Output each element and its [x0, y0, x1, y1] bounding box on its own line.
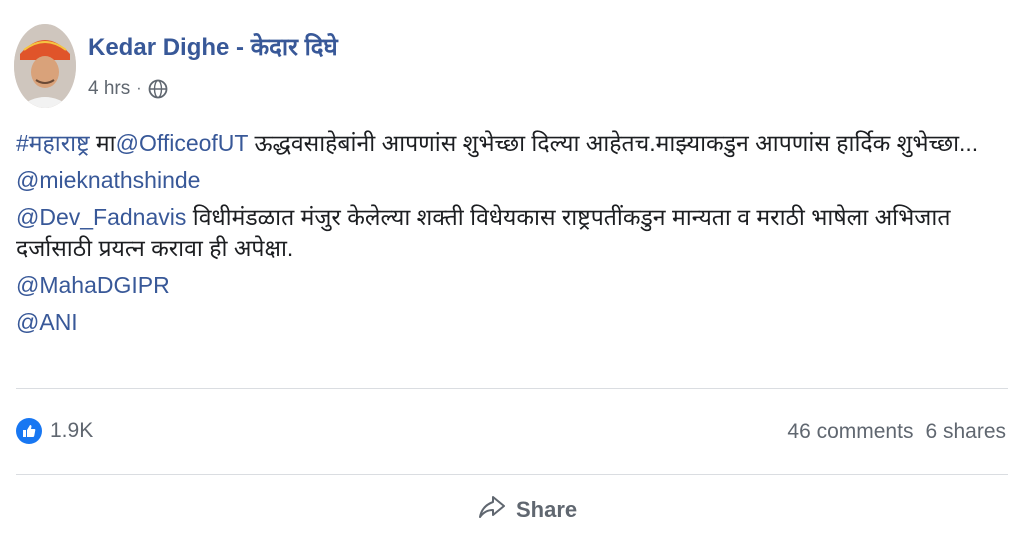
shares-count[interactable]: 6 shares	[925, 420, 1006, 444]
post-meta: 4 hrs ·	[88, 78, 168, 100]
meta-separator: ·	[136, 80, 142, 97]
divider	[16, 388, 1008, 389]
mention-link[interactable]: @MahaDGIPR	[16, 272, 170, 298]
author-name[interactable]: Kedar Dighe - केदार दिघे	[88, 30, 338, 63]
author-avatar[interactable]	[14, 24, 76, 108]
engagement-counts: 46 comments 6 shares	[787, 420, 1006, 444]
post-card: Kedar Dighe - केदार दिघे 4 hrs · #महाराष…	[0, 0, 1024, 555]
post-line: @ANI	[16, 307, 1006, 338]
reactions-summary[interactable]: 1.9K	[16, 418, 93, 444]
post-line: @MahaDGIPR	[16, 270, 1006, 301]
mention-link[interactable]: @Dev_Fadnavis	[16, 204, 186, 230]
post-line: @Dev_Fadnavis विधीमंडळात मंजुर केलेल्या …	[16, 202, 1006, 264]
post-text: ऊद्धवसाहेबांनी आपणांस शुभेच्छा दिल्या आह…	[248, 130, 979, 156]
share-icon	[478, 494, 506, 526]
divider	[16, 474, 1008, 475]
post-line: @mieknathshinde	[16, 165, 1006, 196]
mention-link[interactable]: @OfficeofUT	[116, 130, 248, 156]
avatar-image	[14, 24, 76, 108]
comments-count[interactable]: 46 comments	[787, 420, 913, 444]
globe-icon[interactable]	[148, 79, 168, 99]
post-body: #महाराष्ट्र मा@OfficeofUT ऊद्धवसाहेबांनी…	[16, 128, 1006, 344]
post-text: मा	[89, 130, 116, 156]
post-timestamp[interactable]: 4 hrs	[88, 78, 130, 100]
reaction-count: 1.9K	[50, 419, 94, 442]
mention-link[interactable]: @ANI	[16, 309, 78, 335]
share-label: Share	[516, 497, 578, 522]
post-line: #महाराष्ट्र मा@OfficeofUT ऊद्धवसाहेबांनी…	[16, 128, 1006, 159]
hashtag-link[interactable]: #महाराष्ट्र	[16, 130, 90, 156]
mention-link[interactable]: @mieknathshinde	[16, 167, 200, 193]
share-button[interactable]: Share	[478, 494, 577, 526]
like-icon	[16, 418, 42, 444]
